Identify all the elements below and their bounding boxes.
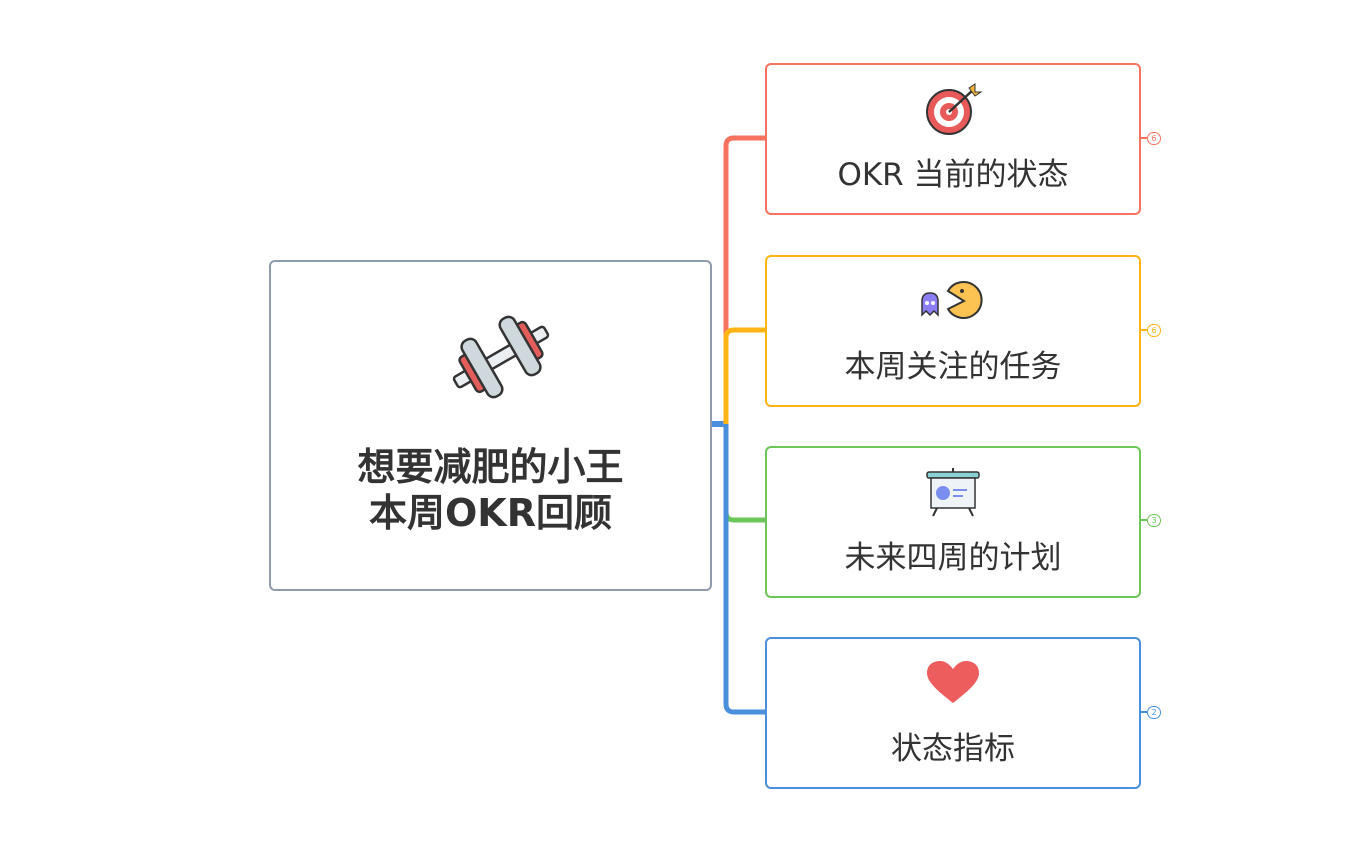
central-topic[interactable]: 想要减肥的小王 本周OKR回顾 bbox=[269, 260, 712, 591]
presentation-board-icon bbox=[918, 464, 988, 520]
child-count-badge[interactable]: 6 bbox=[1147, 132, 1161, 145]
branch-label: OKR 当前的状态 bbox=[837, 157, 1069, 193]
target-icon bbox=[918, 81, 988, 137]
central-title-line1: 想要减肥的小王 bbox=[357, 445, 624, 489]
child-count-badge[interactable]: 3 bbox=[1147, 514, 1161, 527]
heart-icon bbox=[918, 655, 988, 711]
central-title-line2: 本周OKR回顾 bbox=[368, 491, 612, 535]
child-count-badge[interactable]: 2 bbox=[1147, 706, 1161, 719]
branch-label: 本周关注的任务 bbox=[844, 349, 1062, 385]
branch-weekly-tasks[interactable]: 本周关注的任务 bbox=[765, 255, 1141, 407]
branch-status-indicators[interactable]: 状态指标 bbox=[765, 637, 1141, 789]
branch-label: 未来四周的计划 bbox=[844, 540, 1062, 576]
branch-label: 状态指标 bbox=[891, 731, 1015, 767]
branch-okr-status[interactable]: OKR 当前的状态 bbox=[765, 63, 1141, 215]
pacman-icon bbox=[918, 273, 988, 329]
child-count-badge[interactable]: 6 bbox=[1147, 324, 1161, 337]
dumbbell-icon bbox=[452, 315, 550, 399]
branch-four-week-plan[interactable]: 未来四周的计划 bbox=[765, 446, 1141, 598]
